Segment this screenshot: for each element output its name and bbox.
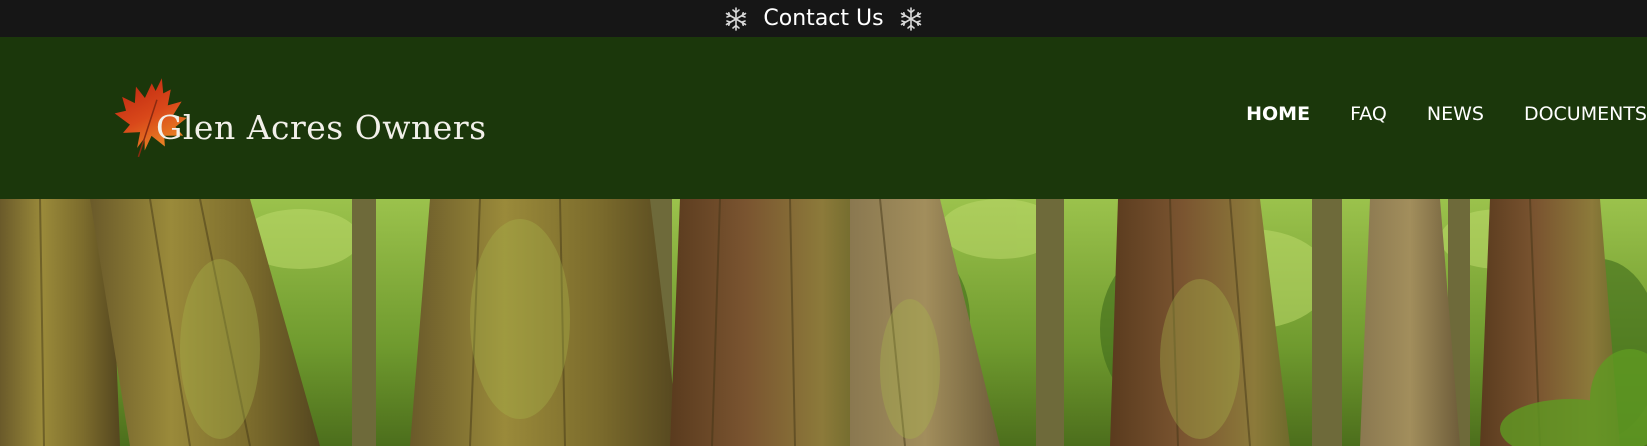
nav-item-documents[interactable]: DOCUMENTS	[1524, 103, 1647, 125]
snowflake-icon	[900, 6, 921, 31]
contact-us-link[interactable]: Contact Us	[763, 7, 883, 30]
site-logo[interactable]: Glen Acres Owners	[112, 75, 486, 165]
nav-item-news[interactable]: NEWS	[1427, 103, 1484, 125]
hero-forest-image	[0, 199, 1647, 446]
nav-item-home[interactable]: HOME	[1246, 103, 1310, 125]
site-header: Glen Acres Owners HOME FAQ NEWS DOCUMENT…	[0, 37, 1647, 199]
snowflake-icon	[726, 6, 747, 31]
nav-item-faq[interactable]: FAQ	[1350, 103, 1387, 125]
main-nav: HOME FAQ NEWS DOCUMENTS	[1206, 103, 1647, 125]
brand-name: Glen Acres Owners	[156, 108, 487, 147]
contact-bar: Contact Us	[0, 0, 1647, 37]
contact-bar-content: Contact Us	[723, 6, 923, 32]
